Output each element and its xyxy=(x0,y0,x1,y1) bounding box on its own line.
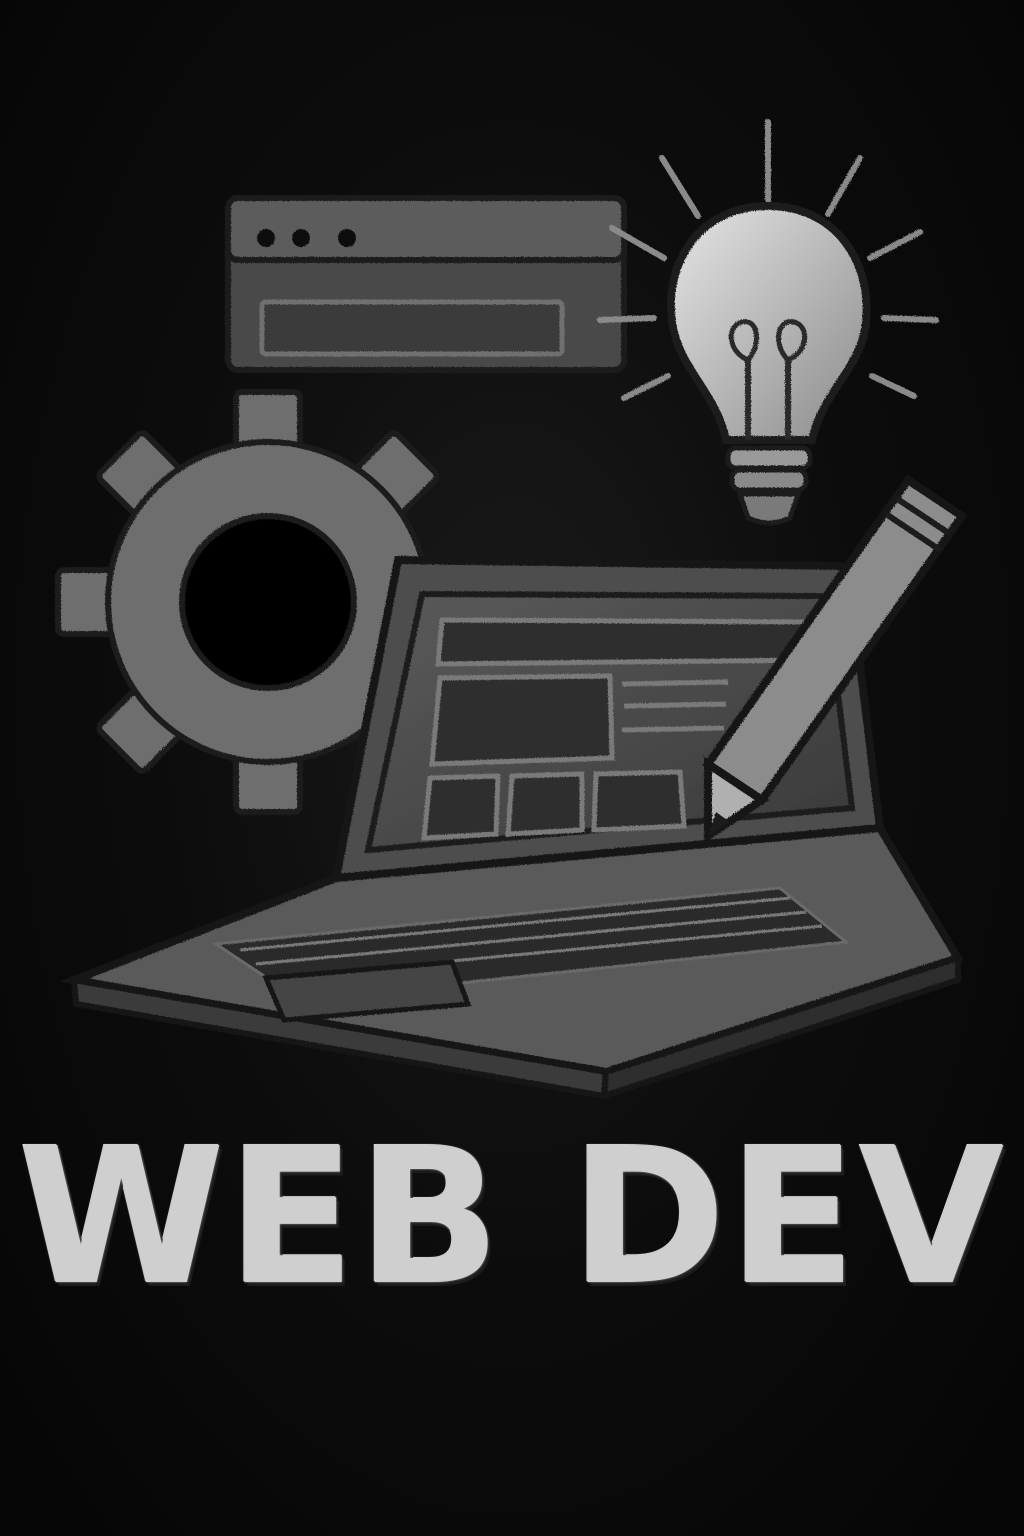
poster-title: WEB DEV xyxy=(17,1108,1007,1327)
light-bulb-icon xyxy=(597,119,939,526)
browser-window-icon xyxy=(225,195,627,373)
web-dev-poster: WEB DEV xyxy=(0,0,1024,1536)
